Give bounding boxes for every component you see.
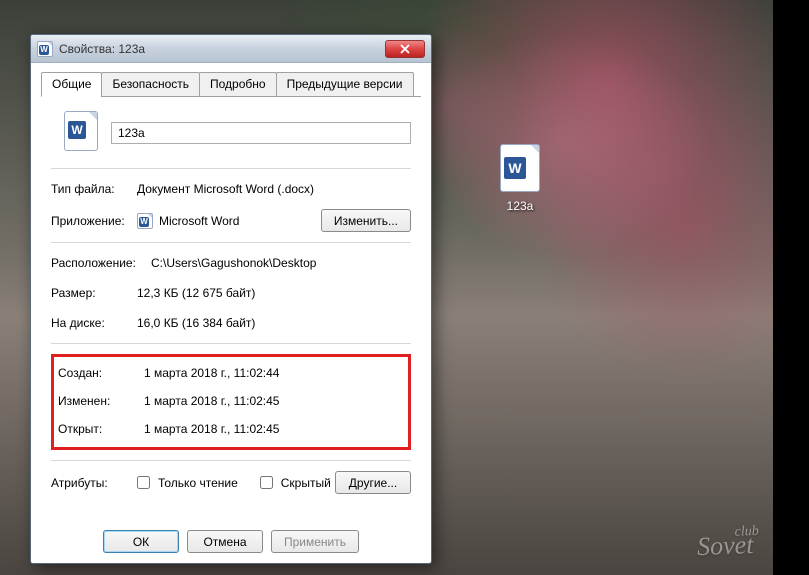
created-label: Создан: [58, 366, 144, 380]
readonly-checkbox[interactable] [137, 476, 150, 489]
readonly-checkbox-label[interactable]: Только чтение [137, 476, 238, 490]
filename-input[interactable] [111, 122, 411, 144]
location-label: Расположение: [51, 256, 151, 270]
modified-value: 1 марта 2018 г., 11:02:45 [144, 394, 404, 408]
tab-security[interactable]: Безопасность [101, 72, 200, 97]
black-sidebar [773, 0, 809, 575]
divider [51, 460, 411, 461]
ok-button[interactable]: ОК [103, 530, 179, 553]
word-app-icon [137, 213, 153, 229]
size-on-disk-label: На диске: [51, 316, 137, 330]
tab-general[interactable]: Общие [41, 72, 102, 97]
general-panel: Тип файла: Документ Microsoft Word (.doc… [41, 97, 421, 504]
word-document-icon [500, 144, 540, 192]
change-app-button[interactable]: Изменить... [321, 209, 411, 232]
filetype-value: Документ Microsoft Word (.docx) [137, 182, 411, 196]
tab-previous-versions[interactable]: Предыдущие версии [276, 72, 414, 97]
hidden-checkbox[interactable] [260, 476, 273, 489]
size-on-disk-value: 16,0 КБ (16 384 байт) [137, 316, 411, 330]
application-label: Приложение: [51, 214, 137, 228]
desktop-icon-label: 123а [484, 199, 556, 213]
modified-label: Изменен: [58, 394, 144, 408]
dialog-footer: ОК Отмена Применить [31, 530, 431, 553]
word-document-icon [37, 41, 53, 57]
filetype-label: Тип файла: [51, 182, 137, 196]
created-value: 1 марта 2018 г., 11:02:44 [144, 366, 404, 380]
tabs: Общие Безопасность Подробно Предыдущие в… [41, 71, 421, 97]
properties-dialog: Свойства: 123а Общие Безопасность Подроб… [30, 34, 432, 564]
attributes-label: Атрибуты: [51, 476, 137, 490]
close-icon [400, 44, 410, 54]
location-value: C:\Users\Gagushonok\Desktop [151, 256, 411, 270]
application-value: Microsoft Word [159, 214, 239, 228]
size-label: Размер: [51, 286, 137, 300]
accessed-value: 1 марта 2018 г., 11:02:45 [144, 422, 404, 436]
divider [51, 242, 411, 243]
size-value: 12,3 КБ (12 675 байт) [137, 286, 411, 300]
accessed-label: Открыт: [58, 422, 144, 436]
divider [51, 168, 411, 169]
close-button[interactable] [385, 40, 425, 58]
word-document-icon [64, 111, 98, 151]
cancel-button[interactable]: Отмена [187, 530, 263, 553]
tab-details[interactable]: Подробно [199, 72, 277, 97]
divider [51, 343, 411, 344]
desktop-file-icon[interactable]: 123а [484, 144, 556, 213]
window-title: Свойства: 123а [59, 42, 385, 56]
watermark: club Sovet [696, 524, 759, 562]
dates-highlight: Создан: 1 марта 2018 г., 11:02:44 Измене… [51, 354, 411, 450]
hidden-checkbox-label[interactable]: Скрытый [260, 476, 331, 490]
apply-button[interactable]: Применить [271, 530, 359, 553]
titlebar[interactable]: Свойства: 123а [31, 35, 431, 63]
other-attributes-button[interactable]: Другие... [335, 471, 411, 494]
